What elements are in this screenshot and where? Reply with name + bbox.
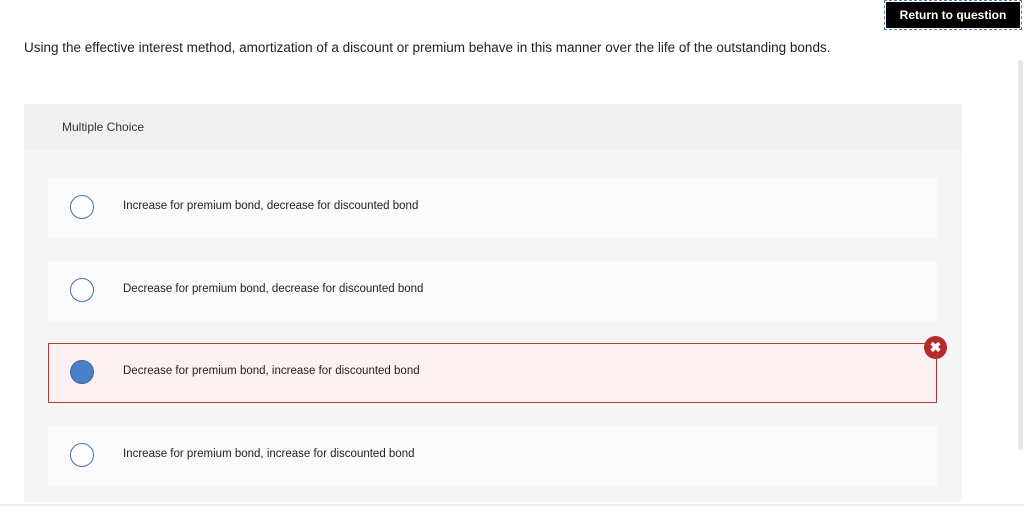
choices-list: Increase for premium bond, decrease for …: [24, 150, 962, 502]
choice-label: Increase for premium bond, decrease for …: [123, 200, 419, 212]
radio-button[interactable]: [70, 443, 94, 467]
choice-option-2[interactable]: Decrease for premium bond, decrease for …: [48, 261, 937, 321]
radio-button-selected[interactable]: [70, 360, 94, 384]
multiple-choice-label: Multiple Choice: [62, 120, 145, 134]
choice-label: Increase for premium bond, increase for …: [123, 448, 415, 460]
question-text: Using the effective interest method, amo…: [24, 40, 831, 55]
divider: [0, 504, 1024, 506]
choice-label: Decrease for premium bond, increase for …: [123, 365, 420, 377]
radio-button[interactable]: [70, 278, 94, 302]
scrollbar[interactable]: [1018, 60, 1023, 450]
radio-button[interactable]: [70, 195, 94, 219]
multiple-choice-panel: Multiple Choice Increase for premium bon…: [24, 104, 962, 502]
x-circle-icon: ✖: [924, 336, 947, 359]
choice-label: Decrease for premium bond, decrease for …: [123, 283, 424, 295]
choice-option-4[interactable]: Increase for premium bond, increase for …: [48, 426, 937, 486]
choice-option-1[interactable]: Increase for premium bond, decrease for …: [48, 178, 937, 238]
return-to-question-button[interactable]: Return to question: [884, 0, 1022, 30]
multiple-choice-header: Multiple Choice: [24, 104, 962, 150]
choice-option-3-incorrect[interactable]: Decrease for premium bond, increase for …: [48, 343, 937, 403]
page: Return to question Using the effective i…: [0, 0, 1024, 512]
